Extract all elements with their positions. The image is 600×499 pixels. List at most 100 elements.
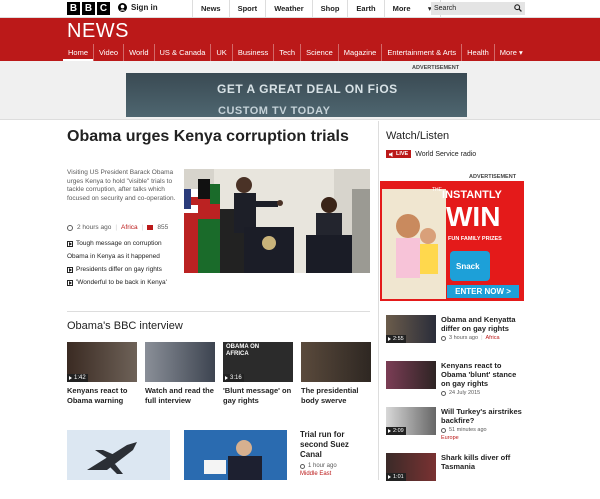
- suez-time: 1 hour ago: [308, 463, 337, 469]
- speaker-icon: [389, 151, 393, 157]
- card-thumbnail: [145, 342, 215, 382]
- clock-icon: [441, 390, 446, 396]
- ad-the: THE: [432, 187, 442, 193]
- list-item[interactable]: 1:01 Shark kills diver off Tasmania: [386, 453, 526, 491]
- ad-instantly: INSTANTLY: [442, 189, 502, 201]
- clock-icon: [300, 463, 305, 469]
- suez-section-link[interactable]: Middle East: [300, 471, 372, 477]
- logo-letter: B: [82, 2, 95, 15]
- fios-banner-ad[interactable]: GET A GREAT DEAL ON FiOS CUSTOM TV TODAY: [126, 73, 467, 117]
- card-thumbnail: OBAMA ON AFRICA 3:16: [223, 342, 293, 382]
- related-link[interactable]: Obama in Kenya as it happened: [67, 253, 182, 261]
- play-icon: [67, 280, 73, 286]
- top-nav-weather[interactable]: Weather: [265, 0, 311, 18]
- top-nav-shop[interactable]: Shop: [311, 0, 348, 18]
- nav-magazine[interactable]: Magazine: [337, 44, 382, 61]
- list-meta: 24 July 2015: [441, 390, 526, 396]
- top-nav-sport[interactable]: Sport: [228, 0, 266, 18]
- top-nav: News Sport Weather Shop Earth More ▾: [192, 0, 441, 18]
- nav-home[interactable]: Home: [63, 44, 94, 61]
- related-link-label: Obama in Kenya as it happened: [67, 253, 160, 260]
- list-thumbnail: 2:55: [386, 315, 436, 343]
- news-title[interactable]: NEWS: [67, 20, 129, 43]
- list-item[interactable]: 2:55 Obama and Kenyatta differ on gay ri…: [386, 315, 526, 353]
- nav-uk[interactable]: UK: [210, 44, 231, 61]
- radio-label: World Service radio: [415, 150, 477, 158]
- sign-in-link[interactable]: Sign in: [118, 3, 158, 12]
- nav-more[interactable]: More ▾: [493, 44, 528, 61]
- list-item[interactable]: Kenyans react to Obama 'blunt' stance on…: [386, 361, 526, 399]
- nav-entertainment[interactable]: Entertainment & Arts: [381, 44, 461, 61]
- enter-now-button[interactable]: ENTER NOW >: [447, 285, 519, 298]
- nav-business[interactable]: Business: [231, 44, 273, 61]
- related-link[interactable]: Tough message on corruption: [67, 240, 182, 248]
- ad-strip: ADVERTISEMENT GET A GREAT DEAL ON FiOS C…: [0, 61, 600, 120]
- ad-line-1: GET A GREAT DEAL ON FiOS: [217, 82, 398, 96]
- interview-heading[interactable]: Obama's BBC interview: [67, 320, 183, 332]
- main-section-link[interactable]: Africa: [121, 224, 138, 231]
- card-caption: 'Blunt message' on gay rights: [223, 386, 292, 405]
- top-nav-news[interactable]: News: [192, 0, 229, 18]
- column-divider: [378, 121, 379, 480]
- list-section-link[interactable]: Africa: [486, 335, 500, 341]
- more-label: More: [392, 4, 411, 13]
- card-thumbnail: 1:42: [67, 342, 137, 382]
- video-duration: 1:42: [67, 374, 88, 382]
- watch-listen-heading[interactable]: Watch/Listen: [386, 130, 449, 142]
- related-link[interactable]: 'Wonderful to be back in Kenya': [67, 279, 182, 287]
- search-placeholder: Search: [434, 5, 457, 12]
- top-bar: B B C Sign in News Sport Weather Shop Ea…: [0, 0, 600, 18]
- jet-photo[interactable]: [67, 430, 170, 480]
- comment-count[interactable]: 855: [157, 224, 168, 231]
- list-meta: 3 hours ago | Africa: [441, 335, 526, 341]
- related-link[interactable]: Presidents differ on gay rights: [67, 266, 182, 274]
- ad-label: ADVERTISEMENT: [412, 65, 460, 71]
- list-headline: Obama and Kenyatta differ on gay rights: [441, 315, 516, 333]
- list-headline: Will Turkey's airstrikes backfire?: [441, 407, 522, 425]
- live-label: LIVE: [396, 151, 409, 157]
- user-icon: [118, 3, 127, 12]
- related-link-label: Presidents differ on gay rights: [76, 266, 162, 273]
- related-link-label: 'Wonderful to be back in Kenya': [76, 279, 167, 286]
- list-time: 3 hours ago: [449, 335, 479, 341]
- live-badge: LIVE: [386, 150, 412, 158]
- list-section-link[interactable]: Europe: [441, 435, 526, 441]
- side-ad-label: ADVERTISEMENT: [469, 174, 517, 180]
- video-duration: 2:55: [386, 335, 406, 343]
- right-story-list: 2:55 Obama and Kenyatta differ on gay ri…: [386, 315, 526, 499]
- blatter-photo[interactable]: [184, 430, 287, 480]
- story-card[interactable]: Watch and read the full interview: [145, 342, 215, 405]
- search-input[interactable]: Search: [431, 2, 525, 15]
- nav-science[interactable]: Science: [300, 44, 338, 61]
- nav-us-canada[interactable]: US & Canada: [153, 44, 211, 61]
- logo-letter: C: [97, 2, 110, 15]
- search-icon[interactable]: [514, 4, 522, 12]
- nav-health[interactable]: Health: [461, 44, 494, 61]
- story-card[interactable]: The presidential body swerve: [301, 342, 371, 405]
- video-card[interactable]: 1:42 Kenyans react to Obama warning: [67, 342, 137, 405]
- list-headline: Shark kills diver off Tasmania: [441, 453, 511, 471]
- press-conference-image: [184, 430, 287, 480]
- live-radio-link[interactable]: LIVE World Service radio: [386, 150, 476, 158]
- obama-kenyatta-photo: [184, 169, 370, 273]
- clock-icon: [441, 335, 446, 341]
- video-card[interactable]: OBAMA ON AFRICA 3:16 'Blunt message' on …: [223, 342, 293, 405]
- nav-tech[interactable]: Tech: [273, 44, 300, 61]
- card-caption: The presidential body swerve: [301, 386, 359, 405]
- list-thumbnail: [386, 361, 436, 389]
- list-item[interactable]: 2:09 Will Turkey's airstrikes backfire? …: [386, 407, 526, 445]
- nav-video[interactable]: Video: [93, 44, 123, 61]
- card-thumbnail: [301, 342, 371, 382]
- nav-world[interactable]: World: [123, 44, 153, 61]
- section-divider: [67, 311, 370, 312]
- ad-win: WIN: [446, 201, 501, 232]
- main-meta: 2 hours ago | Africa | 855: [67, 224, 182, 231]
- main-story-photo[interactable]: [184, 169, 370, 273]
- top-nav-earth[interactable]: Earth: [347, 0, 383, 18]
- main-headline[interactable]: Obama urges Kenya corruption trials: [67, 128, 367, 146]
- bbc-logo[interactable]: B B C: [67, 2, 110, 15]
- side-ad[interactable]: Snack THE INSTANTLY WIN FUN FAMILY PRIZE…: [380, 181, 524, 301]
- suez-story[interactable]: Trial run for second Suez Canal 1 hour a…: [300, 430, 372, 477]
- list-meta: 51 minutes ago: [441, 427, 526, 433]
- clock-icon: [67, 224, 73, 231]
